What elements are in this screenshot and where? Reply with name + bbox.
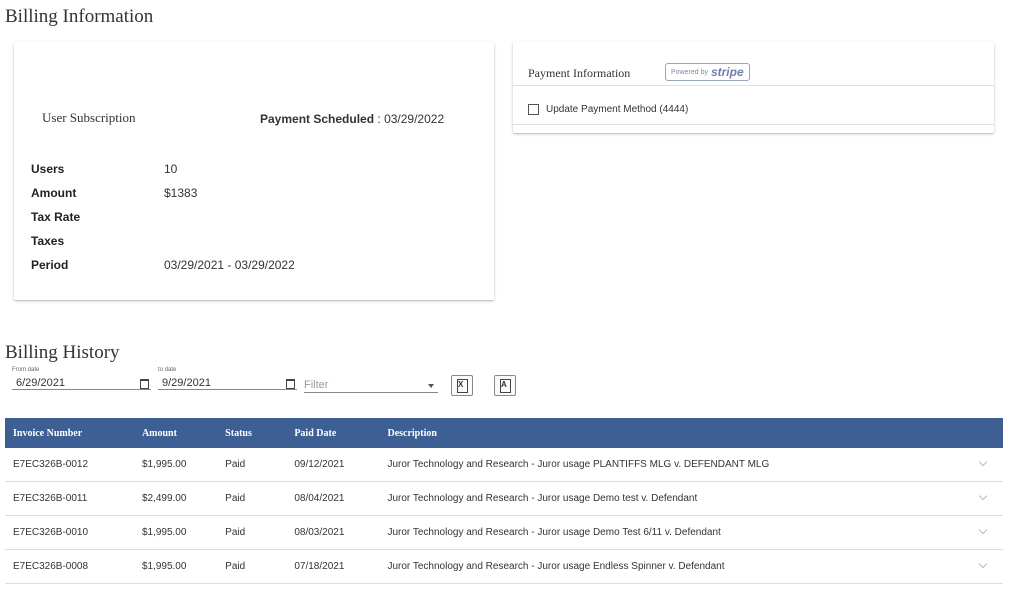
col-expand xyxy=(964,418,1003,448)
expand-cell[interactable] xyxy=(963,448,1003,482)
to-date-input[interactable]: 9/29/2021 xyxy=(158,376,297,390)
invoice-status: Paid xyxy=(225,549,295,584)
users-value: 10 xyxy=(164,162,178,176)
from-date-field: From date 6/29/2021 xyxy=(12,367,151,393)
period-label: Period xyxy=(31,258,69,272)
powered-by-text: Powered by xyxy=(671,68,708,76)
tax-rate-label: Tax Rate xyxy=(31,210,81,224)
invoice-amount: $1,995.00 xyxy=(141,448,226,482)
payment-scheduled-label: Payment Scheduled xyxy=(260,112,375,126)
payment-scheduled-sep: : xyxy=(374,112,385,126)
payment-scheduled: Payment Scheduled : 03/29/2022 xyxy=(260,112,444,126)
invoice-amount: $2,499.00 xyxy=(141,481,226,516)
to-date-label: to date xyxy=(158,367,177,373)
expand-cell[interactable] xyxy=(963,549,1003,584)
to-date-value: 9/29/2021 xyxy=(162,376,211,389)
table-row[interactable]: E7EC326B-0011 $2,499.00 Paid 08/04/2021 … xyxy=(5,481,1003,516)
col-status[interactable]: Status xyxy=(225,418,294,448)
payment-scheduled-date: 03/29/2022 xyxy=(384,112,445,126)
checkbox-icon[interactable] xyxy=(528,104,539,115)
calendar-icon[interactable] xyxy=(286,379,295,389)
billing-history-table: Invoice Number Amount Status Paid Date D… xyxy=(5,418,1003,584)
payment-header: Payment Information Powered by stripe xyxy=(513,42,994,86)
invoice-amount: $1,995.00 xyxy=(141,515,226,550)
invoice-number: E7EC326B-0011 xyxy=(5,481,142,516)
col-amount[interactable]: Amount xyxy=(142,418,225,448)
invoice-description: Juror Technology and Research - Juror us… xyxy=(387,481,964,516)
billing-history-title: Billing History xyxy=(5,342,120,363)
col-description[interactable]: Description xyxy=(387,418,963,448)
pdf-glyph: A xyxy=(501,380,507,389)
chevron-down-icon[interactable] xyxy=(428,384,434,388)
period-value: 03/29/2021 - 03/29/2022 xyxy=(164,258,295,272)
col-invoice-number[interactable]: Invoice Number xyxy=(5,418,142,448)
update-payment-method-checkbox[interactable]: Update Payment Method (4444) xyxy=(528,104,688,115)
export-excel-button[interactable]: X xyxy=(451,375,473,396)
invoice-paid-date: 08/03/2021 xyxy=(294,515,388,550)
filter-field[interactable]: Filter xyxy=(304,369,438,395)
from-date-value: 6/29/2021 xyxy=(16,376,65,389)
table-row[interactable]: E7EC326B-0008 $1,995.00 Paid 07/18/2021 … xyxy=(5,549,1003,584)
subscription-title: User Subscription xyxy=(42,110,136,125)
amount-label: Amount xyxy=(31,186,77,200)
chevron-down-icon[interactable] xyxy=(979,457,988,466)
taxes-label: Taxes xyxy=(31,234,65,248)
invoice-number: E7EC326B-0010 xyxy=(5,515,142,550)
invoice-description: Juror Technology and Research - Juror us… xyxy=(387,549,964,584)
invoice-amount: $1,995.00 xyxy=(141,549,226,584)
users-label: Users xyxy=(31,162,65,176)
update-payment-method-label: Update Payment Method (4444) xyxy=(546,104,689,115)
invoice-number: E7EC326B-0012 xyxy=(5,448,142,482)
subscription-card: User Subscription Payment Scheduled : 03… xyxy=(14,42,494,300)
excel-glyph: X xyxy=(458,380,464,389)
stripe-logo: stripe xyxy=(710,65,744,79)
table-row[interactable]: E7EC326B-0012 $1,995.00 Paid 09/12/2021 … xyxy=(5,448,1003,482)
table-header-row: Invoice Number Amount Status Paid Date D… xyxy=(5,418,1003,448)
payment-divider xyxy=(513,124,994,125)
invoice-description: Juror Technology and Research - Juror us… xyxy=(387,515,964,550)
invoice-paid-date: 07/18/2021 xyxy=(294,549,388,584)
filter-select[interactable]: Filter xyxy=(304,378,438,393)
invoice-paid-date: 08/04/2021 xyxy=(294,481,388,516)
expand-cell[interactable] xyxy=(963,481,1003,516)
invoice-paid-date: 09/12/2021 xyxy=(294,448,388,482)
stripe-badge: Powered by stripe xyxy=(665,63,750,81)
chevron-down-icon[interactable] xyxy=(979,491,988,500)
invoice-status: Paid xyxy=(225,481,295,516)
filter-placeholder: Filter xyxy=(304,379,329,391)
chevron-down-icon[interactable] xyxy=(979,525,988,534)
col-paid-date[interactable]: Paid Date xyxy=(294,418,387,448)
invoice-description: Juror Technology and Research - Juror us… xyxy=(387,448,964,482)
from-date-label: From date xyxy=(12,367,40,373)
invoice-status: Paid xyxy=(225,448,295,482)
billing-info-title: Billing Information xyxy=(5,6,154,27)
invoice-status: Paid xyxy=(225,515,295,550)
payment-card: Payment Information Powered by stripe Up… xyxy=(513,42,994,133)
from-date-input[interactable]: 6/29/2021 xyxy=(12,376,151,390)
table-row[interactable]: E7EC326B-0010 $1,995.00 Paid 08/03/2021 … xyxy=(5,515,1003,550)
payment-title: Payment Information xyxy=(528,66,631,80)
export-pdf-button[interactable]: A xyxy=(494,375,516,396)
chevron-down-icon[interactable] xyxy=(979,559,988,568)
expand-cell[interactable] xyxy=(963,515,1003,550)
invoice-number: E7EC326B-0008 xyxy=(5,549,142,584)
amount-value: $1383 xyxy=(164,186,198,200)
calendar-icon[interactable] xyxy=(140,379,149,389)
to-date-field: to date 9/29/2021 xyxy=(158,367,297,393)
